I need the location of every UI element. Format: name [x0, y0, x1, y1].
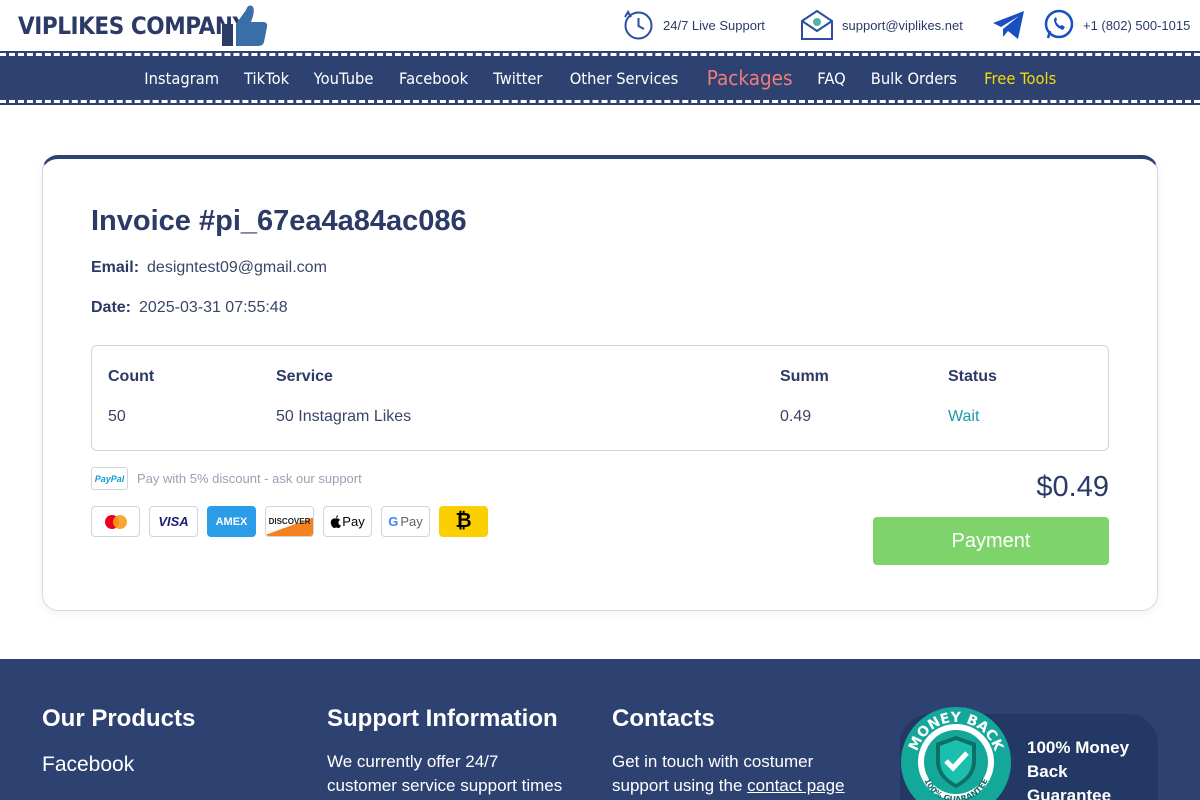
footer: Our Products Facebook Support Informatio… — [0, 659, 1200, 800]
paypal-note: Pay with 5% discount - ask our support — [137, 471, 362, 486]
thumbs-up-icon — [222, 5, 268, 46]
cell-service: 50 Instagram Likes — [276, 408, 412, 425]
live-support[interactable]: 24/7 Live Support — [622, 8, 765, 42]
main-nav: Instagram TikTok YouTube Facebook Twitte… — [0, 51, 1200, 105]
cell-count: 50 — [108, 408, 126, 425]
money-back-guarantee: MONEY BACK 100% GUARANTEE 100% Money Bac… — [900, 707, 1158, 800]
nav-faq[interactable]: FAQ — [808, 69, 855, 88]
guarantee-line-2: Back — [1027, 762, 1068, 781]
support-text-line-1: We currently offer 24/7 — [327, 752, 499, 771]
google-pay-label: Pay — [400, 514, 423, 529]
support-label: 24/7 Live Support — [663, 17, 765, 33]
support-text-line-2: customer service support times — [327, 776, 563, 795]
col-status: Status — [948, 368, 997, 385]
whatsapp-contact[interactable]: +1 (802) 500-1015 — [1043, 8, 1190, 42]
payment-button[interactable]: Payment — [873, 517, 1109, 565]
invoice-total: $0.49 — [1036, 471, 1109, 503]
col-summ: Summ — [780, 368, 829, 385]
invoice-email: Email: designtest09@gmail.com — [91, 259, 327, 277]
cell-summ: 0.49 — [780, 408, 812, 425]
paypal-label: PayPal — [94, 473, 125, 484]
nav-tiktok[interactable]: TikTok — [235, 69, 299, 88]
nav-youtube[interactable]: YouTube — [304, 69, 382, 88]
status-badge: Wait — [948, 408, 980, 425]
guarantee-line-3: Guarantee — [1027, 786, 1112, 800]
nav-facebook[interactable]: Facebook — [390, 69, 478, 88]
invoice-table: Count Service Summ Status 50 50 Instagra… — [91, 345, 1109, 451]
footer-contacts-text: Get in touch with costumer support using… — [612, 750, 845, 798]
visa-icon: VISA — [149, 506, 198, 537]
email-label: Email: — [91, 259, 140, 276]
discover-label: DISCOVER — [268, 517, 311, 526]
payment-methods: VISA AMEX DISCOVER Pay G Pay ₿ — [91, 506, 488, 537]
nav-packages[interactable]: Packages — [697, 66, 801, 90]
email-icon — [801, 9, 833, 40]
discover-icon: DISCOVER — [265, 506, 314, 537]
paypal-icon: PayPal — [91, 467, 128, 490]
invoice-card: Invoice #pi_67ea4a84ac086 Email: designte… — [42, 155, 1158, 611]
whatsapp-icon — [1044, 9, 1074, 39]
visa-label: VISA — [158, 514, 189, 529]
nav-other-services[interactable]: Other Services — [560, 69, 687, 88]
invoice-date: Date: 2025-03-31 07:55:48 — [91, 299, 288, 317]
date-label: Date: — [91, 299, 132, 316]
apple-pay-label: Pay — [342, 514, 365, 529]
amex-icon: AMEX — [207, 506, 256, 537]
nav-free-tools[interactable]: Free Tools — [975, 69, 1066, 88]
google-pay-icon: G Pay — [381, 506, 430, 537]
telegram-icon — [993, 11, 1024, 39]
email-contact[interactable]: support@viplikes.net — [800, 8, 963, 42]
nav-instagram[interactable]: Instagram — [135, 69, 228, 88]
logo-text: VIPLIKES COMPANY — [18, 12, 248, 40]
clock-support-icon — [624, 9, 653, 39]
amex-label: AMEX — [215, 515, 248, 528]
contacts-text-line-2: support using the — [612, 776, 743, 795]
guarantee-line-1: 100% Money — [1027, 738, 1130, 757]
email-value: designtest09@gmail.com — [147, 259, 327, 276]
col-service: Service — [276, 368, 333, 385]
mastercard-icon — [91, 506, 140, 537]
contacts-text-line-1: Get in touch with costumer — [612, 752, 814, 771]
logo[interactable]: VIPLIKES COMPANY — [18, 4, 273, 48]
money-back-seal-icon: MONEY BACK 100% GUARANTEE — [901, 707, 1011, 800]
nav-bulk-orders[interactable]: Bulk Orders — [862, 69, 967, 88]
bitcoin-label: ₿ — [455, 510, 472, 532]
invoice-title: Invoice #pi_67ea4a84ac086 — [91, 205, 467, 237]
guarantee-text: 100% Money Back Guarantee — [1027, 736, 1129, 800]
footer-support-title: Support Information — [327, 705, 558, 732]
bitcoin-icon: ₿ — [439, 506, 488, 537]
col-count: Count — [108, 368, 155, 385]
contact-page-link[interactable]: contact page — [747, 776, 844, 795]
telegram-link[interactable] — [992, 8, 1034, 42]
footer-contacts-title: Contacts — [612, 705, 715, 732]
top-bar: VIPLIKES COMPANY 24/7 Live Support suppo… — [0, 0, 1200, 50]
footer-products-title: Our Products — [42, 705, 196, 732]
apple-pay-icon: Pay — [323, 506, 372, 537]
footer-support-text: We currently offer 24/7 customer service… — [327, 750, 562, 798]
support-email: support@viplikes.net — [842, 17, 963, 33]
date-value: 2025-03-31 07:55:48 — [139, 299, 288, 316]
nav-twitter[interactable]: Twitter — [484, 69, 552, 88]
support-phone: +1 (802) 500-1015 — [1083, 17, 1191, 33]
footer-link-facebook[interactable]: Facebook — [42, 753, 134, 777]
